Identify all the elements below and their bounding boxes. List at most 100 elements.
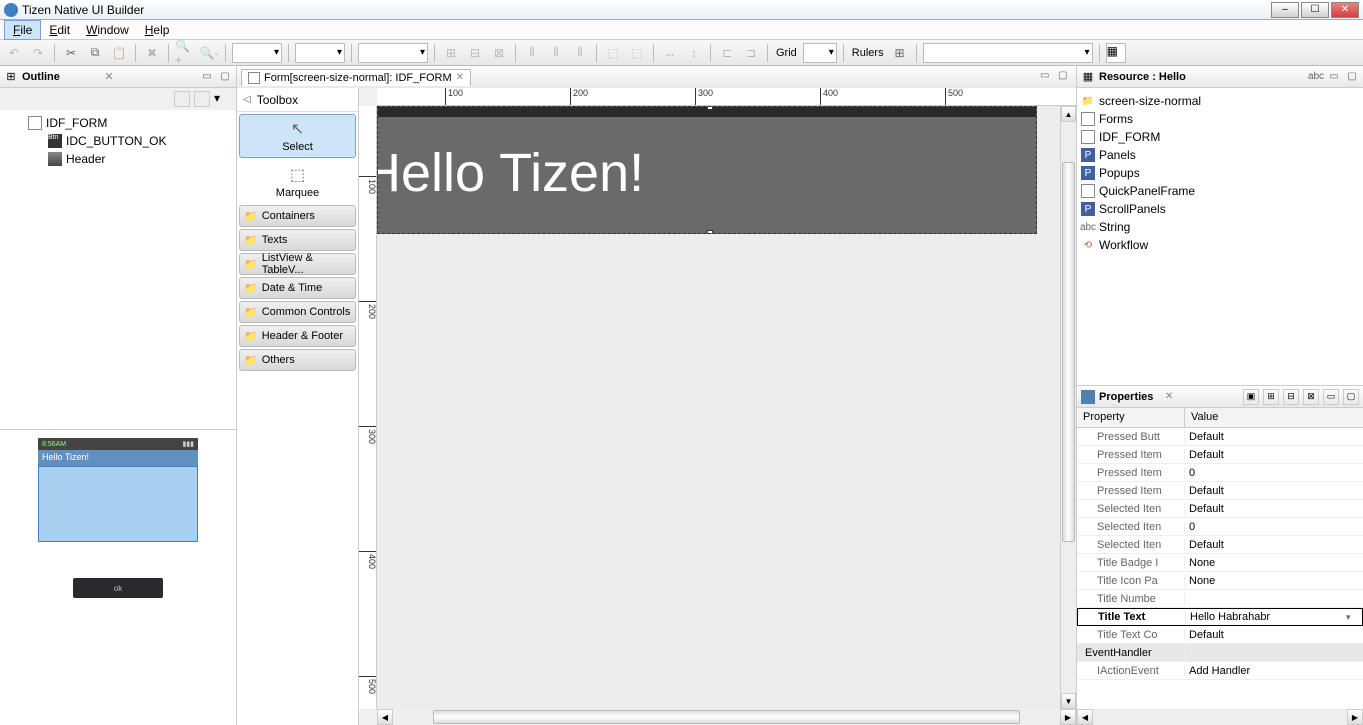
resource-item[interactable]: abcString: [1081, 218, 1359, 236]
scroll-right[interactable]: ▶: [1347, 709, 1363, 725]
scrollbar-horizontal[interactable]: ◀ ▶: [377, 709, 1076, 725]
dist-2[interactable]: ⬚: [627, 43, 647, 63]
align-5[interactable]: ⫴: [546, 43, 566, 63]
prop-row[interactable]: IActionEventAdd Handler: [1077, 662, 1363, 680]
tool-marquee[interactable]: ⬚ Marquee: [237, 160, 358, 204]
prop-row[interactable]: Selected ItenDefault: [1077, 500, 1363, 518]
dropdown-icon[interactable]: ▾: [1346, 612, 1362, 623]
cat-headerfooter[interactable]: 📁Header & Footer: [239, 325, 356, 347]
minimize-button[interactable]: ‒: [1271, 2, 1299, 18]
scroll-down[interactable]: ▼: [1061, 693, 1076, 709]
outline-item-form[interactable]: IDF_FORM: [4, 114, 232, 132]
combo-1[interactable]: ▾: [232, 43, 282, 63]
props-max-icon[interactable]: ▢: [1343, 389, 1359, 405]
prop-row[interactable]: Title Badge INone: [1077, 554, 1363, 572]
cat-texts[interactable]: 📁Texts: [239, 229, 356, 251]
prop-row[interactable]: Title Numbe: [1077, 590, 1363, 608]
properties-close-icon[interactable]: ✕: [1165, 391, 1173, 402]
combo-wide[interactable]: ▾: [923, 43, 1093, 63]
scroll-thumb[interactable]: [433, 710, 1020, 724]
resource-item[interactable]: Forms: [1081, 110, 1359, 128]
resource-item[interactable]: PPopups: [1081, 164, 1359, 182]
size-3[interactable]: ⊏: [717, 43, 737, 63]
scroll-track[interactable]: [1093, 709, 1347, 725]
selection-handle[interactable]: [707, 230, 713, 234]
preview-body[interactable]: [38, 466, 198, 542]
cat-datetime[interactable]: 📁Date & Time: [239, 277, 356, 299]
toolbox-header[interactable]: ◁ Toolbox: [237, 88, 358, 112]
prop-section-eventhandler[interactable]: EventHandler: [1077, 644, 1363, 662]
editor-max-icon[interactable]: ▢: [1058, 70, 1072, 84]
scroll-left[interactable]: ◀: [1077, 709, 1093, 725]
align-1[interactable]: ⊞: [441, 43, 461, 63]
toolbar-end[interactable]: ▦: [1106, 43, 1126, 63]
menu-edit[interactable]: Edit: [41, 21, 78, 39]
outline-btn-1[interactable]: [174, 91, 190, 107]
copy-button[interactable]: ⧉: [85, 43, 105, 63]
align-6[interactable]: ⫴: [570, 43, 590, 63]
zoom-in-button[interactable]: 🔍+: [175, 43, 195, 63]
dist-1[interactable]: ⬚: [603, 43, 623, 63]
prop-row[interactable]: Pressed ItemDefault: [1077, 446, 1363, 464]
rulers-toggle[interactable]: ⊞: [890, 43, 910, 63]
resource-item[interactable]: ⟲Workflow: [1081, 236, 1359, 254]
prop-row[interactable]: Pressed ButtDefault: [1077, 428, 1363, 446]
combo-3[interactable]: ▾: [358, 43, 428, 63]
outline-menu[interactable]: ▾: [214, 91, 230, 107]
outline-item-button[interactable]: Btn IDC_BUTTON_OK: [4, 132, 232, 150]
prop-row[interactable]: Title Text CoDefault: [1077, 626, 1363, 644]
resource-btn-1[interactable]: abc: [1309, 70, 1323, 84]
props-btn-3[interactable]: ⊟: [1283, 389, 1299, 405]
prop-row[interactable]: Pressed Item0: [1077, 464, 1363, 482]
outline-close-icon[interactable]: ✕: [104, 70, 113, 83]
props-min-icon[interactable]: ▭: [1323, 389, 1339, 405]
prop-row[interactable]: Pressed ItemDefault: [1077, 482, 1363, 500]
resource-item[interactable]: PScrollPanels: [1081, 200, 1359, 218]
editor-min-icon[interactable]: ▭: [1040, 70, 1054, 84]
outline-max-icon[interactable]: ▢: [218, 70, 232, 84]
zoom-out-button[interactable]: 🔍-: [199, 43, 219, 63]
resource-item[interactable]: QuickPanelFrame: [1081, 182, 1359, 200]
tool-select[interactable]: ↖ Select: [239, 114, 356, 158]
scroll-left[interactable]: ◀: [377, 709, 393, 725]
tab-close-icon[interactable]: ✕: [456, 72, 464, 83]
selection-handle[interactable]: [707, 106, 713, 110]
resource-item[interactable]: 📁screen-size-normal: [1081, 92, 1359, 110]
col-property[interactable]: Property: [1077, 408, 1185, 427]
form-rect[interactable]: Hello Tizen!: [377, 106, 1037, 696]
scrollbar-vertical[interactable]: ▲ ▼: [1060, 106, 1076, 709]
size-2[interactable]: ↕: [684, 43, 704, 63]
outline-min-icon[interactable]: ▭: [200, 70, 214, 84]
cat-common[interactable]: 📁Common Controls: [239, 301, 356, 323]
combo-2[interactable]: ▾: [295, 43, 345, 63]
cat-listview[interactable]: 📁ListView & TableV...: [239, 253, 356, 275]
undo-button[interactable]: ↶: [4, 43, 24, 63]
resource-item[interactable]: PPanels: [1081, 146, 1359, 164]
prop-row-title-text[interactable]: Title TextHello Habrahabr▾: [1077, 608, 1363, 626]
grid-combo[interactable]: ▾: [803, 43, 837, 63]
props-btn-4[interactable]: ⊠: [1303, 389, 1319, 405]
scroll-thumb[interactable]: [1062, 162, 1075, 542]
outline-btn-2[interactable]: [194, 91, 210, 107]
resource-item[interactable]: IDF_FORM: [1081, 128, 1359, 146]
scroll-right[interactable]: ▶: [1060, 709, 1076, 725]
props-btn-1[interactable]: ▣: [1243, 389, 1259, 405]
menu-window[interactable]: Window: [78, 21, 137, 39]
col-value[interactable]: Value: [1185, 408, 1224, 427]
paste-button[interactable]: 📋: [109, 43, 129, 63]
cut-button[interactable]: ✂: [61, 43, 81, 63]
canvas-content[interactable]: Hello Tizen!: [377, 106, 1060, 709]
prop-row[interactable]: Title Icon PaNone: [1077, 572, 1363, 590]
close-button[interactable]: ✕: [1331, 2, 1359, 18]
outline-item-header[interactable]: Header: [4, 150, 232, 168]
align-4[interactable]: ⫴: [522, 43, 542, 63]
resource-min-icon[interactable]: ▭: [1327, 70, 1341, 84]
preview-ok-button[interactable]: ok: [73, 578, 163, 598]
cat-containers[interactable]: 📁Containers: [239, 205, 356, 227]
scroll-up[interactable]: ▲: [1061, 106, 1076, 122]
props-btn-2[interactable]: ⊞: [1263, 389, 1279, 405]
resource-max-icon[interactable]: ▢: [1345, 70, 1359, 84]
menu-file[interactable]: File: [4, 20, 41, 40]
editor-tab-form[interactable]: Form[screen-size-normal]: IDF_FORM ✕: [241, 69, 471, 86]
maximize-button[interactable]: ☐: [1301, 2, 1329, 18]
